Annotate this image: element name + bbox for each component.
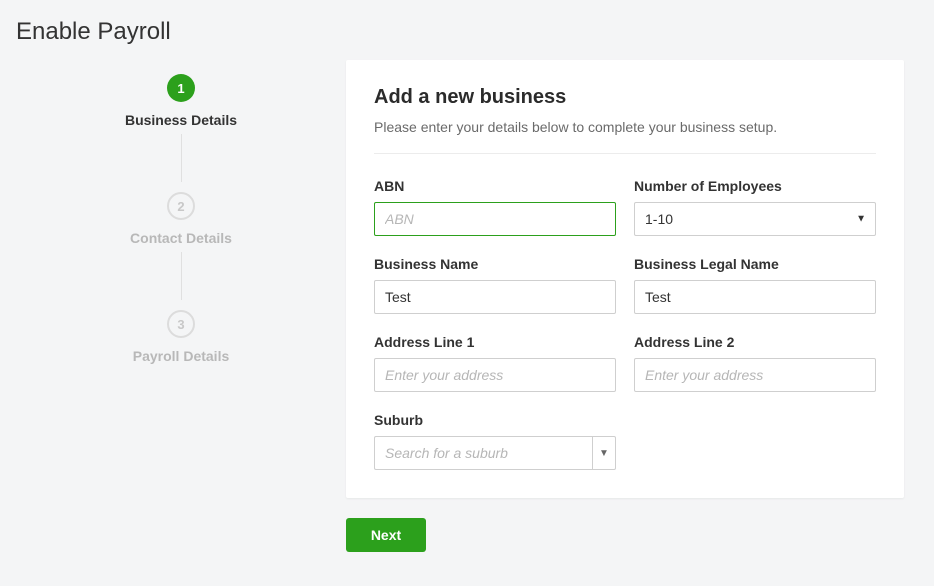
step-number-1: 1 <box>167 74 195 102</box>
business-form-card: Add a new business Please enter your det… <box>346 60 904 498</box>
field-business-name: Business Name <box>374 256 616 314</box>
step-number-2: 2 <box>167 192 195 220</box>
address1-label: Address Line 1 <box>374 334 616 350</box>
step-contact-details: 2 Contact Details <box>16 192 346 310</box>
divider <box>374 153 876 154</box>
card-subtitle: Please enter your details below to compl… <box>374 119 876 135</box>
suburb-dropdown-button[interactable]: ▼ <box>592 436 616 470</box>
steps-sidebar: 1 Business Details 2 Contact Details 3 P… <box>16 60 346 498</box>
card-title: Add a new business <box>374 86 876 109</box>
employees-select[interactable]: 1-10 <box>634 202 876 236</box>
field-address2: Address Line 2 <box>634 334 876 392</box>
step-label-2: Contact Details <box>130 230 232 246</box>
footer: Next <box>0 498 934 552</box>
step-business-details: 1 Business Details <box>16 74 346 192</box>
business-name-input[interactable] <box>374 280 616 314</box>
form-grid: ABN Number of Employees 1-10 ▼ Business … <box>374 178 876 470</box>
field-employees: Number of Employees 1-10 ▼ <box>634 178 876 236</box>
next-button[interactable]: Next <box>346 518 426 552</box>
suburb-label: Suburb <box>374 412 616 428</box>
field-suburb: Suburb ▼ <box>374 412 616 470</box>
step-connector <box>181 134 182 182</box>
abn-input[interactable] <box>374 202 616 236</box>
legal-name-label: Business Legal Name <box>634 256 876 272</box>
employees-label: Number of Employees <box>634 178 876 194</box>
field-abn: ABN <box>374 178 616 236</box>
abn-label: ABN <box>374 178 616 194</box>
step-connector <box>181 252 182 300</box>
page-title: Enable Payroll <box>0 0 934 60</box>
step-label-1: Business Details <box>125 112 237 128</box>
field-address1: Address Line 1 <box>374 334 616 392</box>
field-legal-name: Business Legal Name <box>634 256 876 314</box>
chevron-down-icon: ▼ <box>599 448 609 459</box>
content-area: 1 Business Details 2 Contact Details 3 P… <box>0 60 934 498</box>
legal-name-input[interactable] <box>634 280 876 314</box>
step-label-3: Payroll Details <box>133 348 230 364</box>
business-name-label: Business Name <box>374 256 616 272</box>
step-payroll-details: 3 Payroll Details <box>16 310 346 370</box>
address2-label: Address Line 2 <box>634 334 876 350</box>
address1-input[interactable] <box>374 358 616 392</box>
suburb-input[interactable] <box>374 436 592 470</box>
address2-input[interactable] <box>634 358 876 392</box>
step-number-3: 3 <box>167 310 195 338</box>
